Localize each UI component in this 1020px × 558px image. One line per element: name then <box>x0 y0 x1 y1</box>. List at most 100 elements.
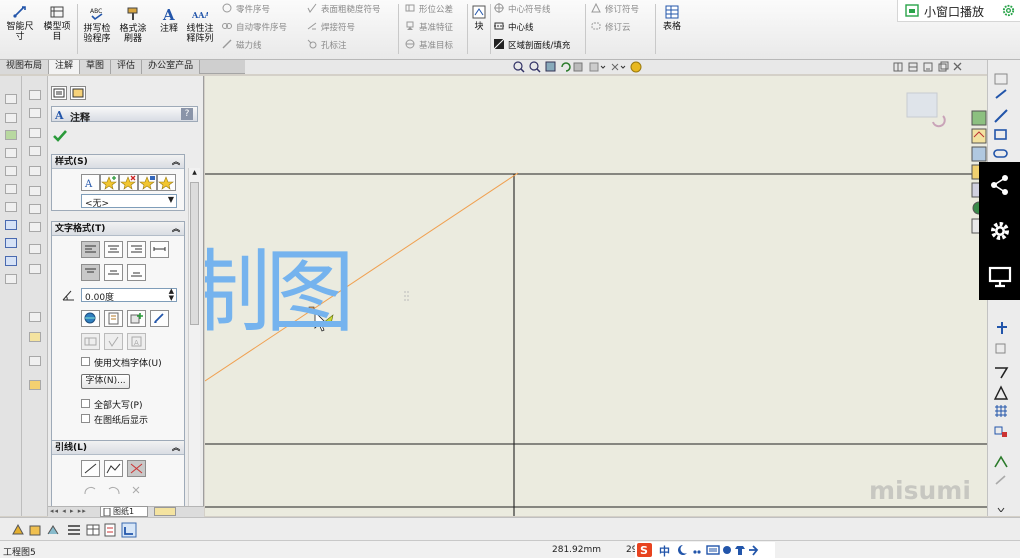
show-on-sheet-checkbox[interactable] <box>81 414 90 423</box>
datum-target-button[interactable]: 基准目标 <box>405 39 453 53</box>
align-middle-button[interactable] <box>104 264 123 281</box>
add-symbol-button[interactable] <box>127 310 146 327</box>
rebuild-icon[interactable] <box>561 62 571 72</box>
trim-icon[interactable] <box>995 367 1009 379</box>
keyboard-icon[interactable] <box>706 545 720 555</box>
text-format-group-header[interactable]: 文字格式(T) ︽ <box>52 222 184 236</box>
geometric-tolerance-small-button[interactable] <box>81 333 100 350</box>
leader-group-header[interactable]: 引线(L) ︽ <box>52 441 184 455</box>
area-hatch-button[interactable]: 区域剖面线/填充 <box>494 39 570 53</box>
settings-gear-icon[interactable] <box>1001 3 1016 18</box>
tab-sketch[interactable]: 草图 <box>80 60 112 74</box>
empty-view-icon[interactable] <box>5 274 17 284</box>
model-view-icon[interactable] <box>5 220 17 230</box>
ok-check-icon[interactable] <box>53 129 67 142</box>
geometric-tolerance-button[interactable]: 形位公差 <box>405 3 453 17</box>
scroll-thumb[interactable] <box>190 182 199 325</box>
datum-small-button[interactable]: A <box>127 333 146 350</box>
tile-horizontal-icon[interactable] <box>908 62 918 72</box>
surface-finish-small-button[interactable] <box>104 333 123 350</box>
dimension-icon[interactable] <box>29 90 41 100</box>
sketch-icon[interactable] <box>994 73 1008 85</box>
skin-icon[interactable] <box>735 546 745 555</box>
angle-icon[interactable] <box>29 128 41 138</box>
drawing-sheet[interactable]: 制图 misumi <box>205 76 987 516</box>
assembly-icon[interactable] <box>29 525 41 536</box>
font-button[interactable]: 字体(N)... <box>81 374 130 389</box>
note-small-icon[interactable] <box>29 186 41 196</box>
angle-input[interactable]: 0.00度 ▲ ▼ <box>81 288 177 303</box>
all-uppercase-checkbox[interactable] <box>81 399 90 408</box>
model-items-button[interactable]: 模型项目 <box>41 4 73 42</box>
share-button[interactable] <box>979 162 1020 208</box>
table-view-icon[interactable] <box>86 524 100 536</box>
relations-icon[interactable] <box>994 426 1007 437</box>
magnetic-line-button[interactable]: 磁力线 <box>222 39 262 53</box>
weld-symbol-button[interactable]: 焊接符号 <box>307 21 355 35</box>
sheet-nav-arrows[interactable]: ◂◂ ◂ ▸ ▸▸ <box>50 507 87 515</box>
align-center-button[interactable] <box>104 241 123 258</box>
line-icon[interactable] <box>994 109 1008 123</box>
ime-mode[interactable]: 中 <box>659 543 670 558</box>
tab-evaluate[interactable]: 评估 <box>111 60 143 74</box>
projected-view-icon[interactable] <box>5 113 17 123</box>
zoom-to-area-icon[interactable] <box>529 61 541 73</box>
fillet-icon[interactable] <box>994 455 1008 468</box>
angle-spinner[interactable]: ▲ ▼ <box>169 288 174 302</box>
apply-style-button[interactable]: A <box>81 174 100 191</box>
justify-button[interactable] <box>150 241 169 258</box>
detail-view-icon[interactable] <box>5 166 17 176</box>
weld-small-icon[interactable] <box>29 244 41 254</box>
property-manager-tab[interactable] <box>51 86 67 100</box>
screen-button[interactable] <box>979 254 1020 300</box>
ordinate-icon[interactable] <box>29 108 41 118</box>
hide-show-icon[interactable] <box>589 62 606 72</box>
layout-active-icon[interactable] <box>121 522 137 538</box>
spell-checker-button[interactable]: ABC 拼写检验程序 <box>80 6 114 44</box>
note-button[interactable]: A 注释 <box>155 6 183 34</box>
favorites-tab[interactable] <box>70 86 86 100</box>
chamfer-icon[interactable] <box>29 146 41 156</box>
leader-bent-button[interactable] <box>104 460 123 477</box>
rectangle-icon[interactable] <box>994 129 1007 140</box>
grid-pattern-icon[interactable] <box>995 405 1007 417</box>
align-bottom-button[interactable] <box>127 264 146 281</box>
bom-icon[interactable] <box>104 523 116 537</box>
scroll-up-arrow[interactable]: ▲ <box>190 169 199 178</box>
punctuation-icon[interactable] <box>693 550 701 554</box>
close-icon[interactable] <box>953 62 962 71</box>
open-folder-icon[interactable] <box>29 380 41 390</box>
format-painter-button[interactable]: 格式涂刷器 <box>116 6 150 44</box>
broken-view-icon[interactable] <box>5 184 17 194</box>
design-library-tab-icon[interactable] <box>971 146 987 162</box>
add-sheet-tab[interactable] <box>154 507 176 516</box>
edit-appearance-icon[interactable] <box>611 63 626 71</box>
add-style-button[interactable] <box>100 174 119 191</box>
layout-view-icon[interactable] <box>5 94 17 104</box>
help-button[interactable]: ? <box>181 108 193 120</box>
smart-dimension-button[interactable]: 智能尺寸 <box>3 4 37 42</box>
use-doc-font-checkbox[interactable] <box>81 357 90 366</box>
revision-symbol-button[interactable]: 修订符号 <box>591 3 639 17</box>
centerline-button[interactable]: 中心线 <box>494 21 534 35</box>
surface-finish-button[interactable]: 表面粗糙度符号 <box>307 3 381 17</box>
hole-small-icon[interactable] <box>29 264 41 274</box>
scroll-down-icon[interactable] <box>997 507 1005 512</box>
tab-view-layout[interactable]: 视图布局 <box>0 60 50 74</box>
home-tab-icon[interactable] <box>971 128 987 144</box>
offset-icon[interactable] <box>995 343 1006 354</box>
minimize-icon[interactable] <box>923 62 933 72</box>
section-view-icon[interactable] <box>5 148 17 158</box>
lock-symbol-button[interactable] <box>150 310 169 327</box>
slot-icon[interactable] <box>993 149 1008 158</box>
sheet-tab-1[interactable]: 图纸1 <box>100 506 148 517</box>
insert-property-button[interactable] <box>104 310 123 327</box>
surface-small-icon[interactable] <box>29 222 41 232</box>
load-style-button[interactable] <box>157 174 176 191</box>
collapse-chevron-icon[interactable]: ︽ <box>172 441 180 455</box>
balloon-small-icon[interactable] <box>29 166 41 176</box>
align-right-button[interactable] <box>127 241 146 258</box>
align-left-button[interactable] <box>81 241 100 258</box>
linear-note-pattern-button[interactable]: AAA 线性注释阵列 <box>184 6 216 44</box>
hole-callout-button[interactable]: 孔标注 <box>307 39 347 53</box>
